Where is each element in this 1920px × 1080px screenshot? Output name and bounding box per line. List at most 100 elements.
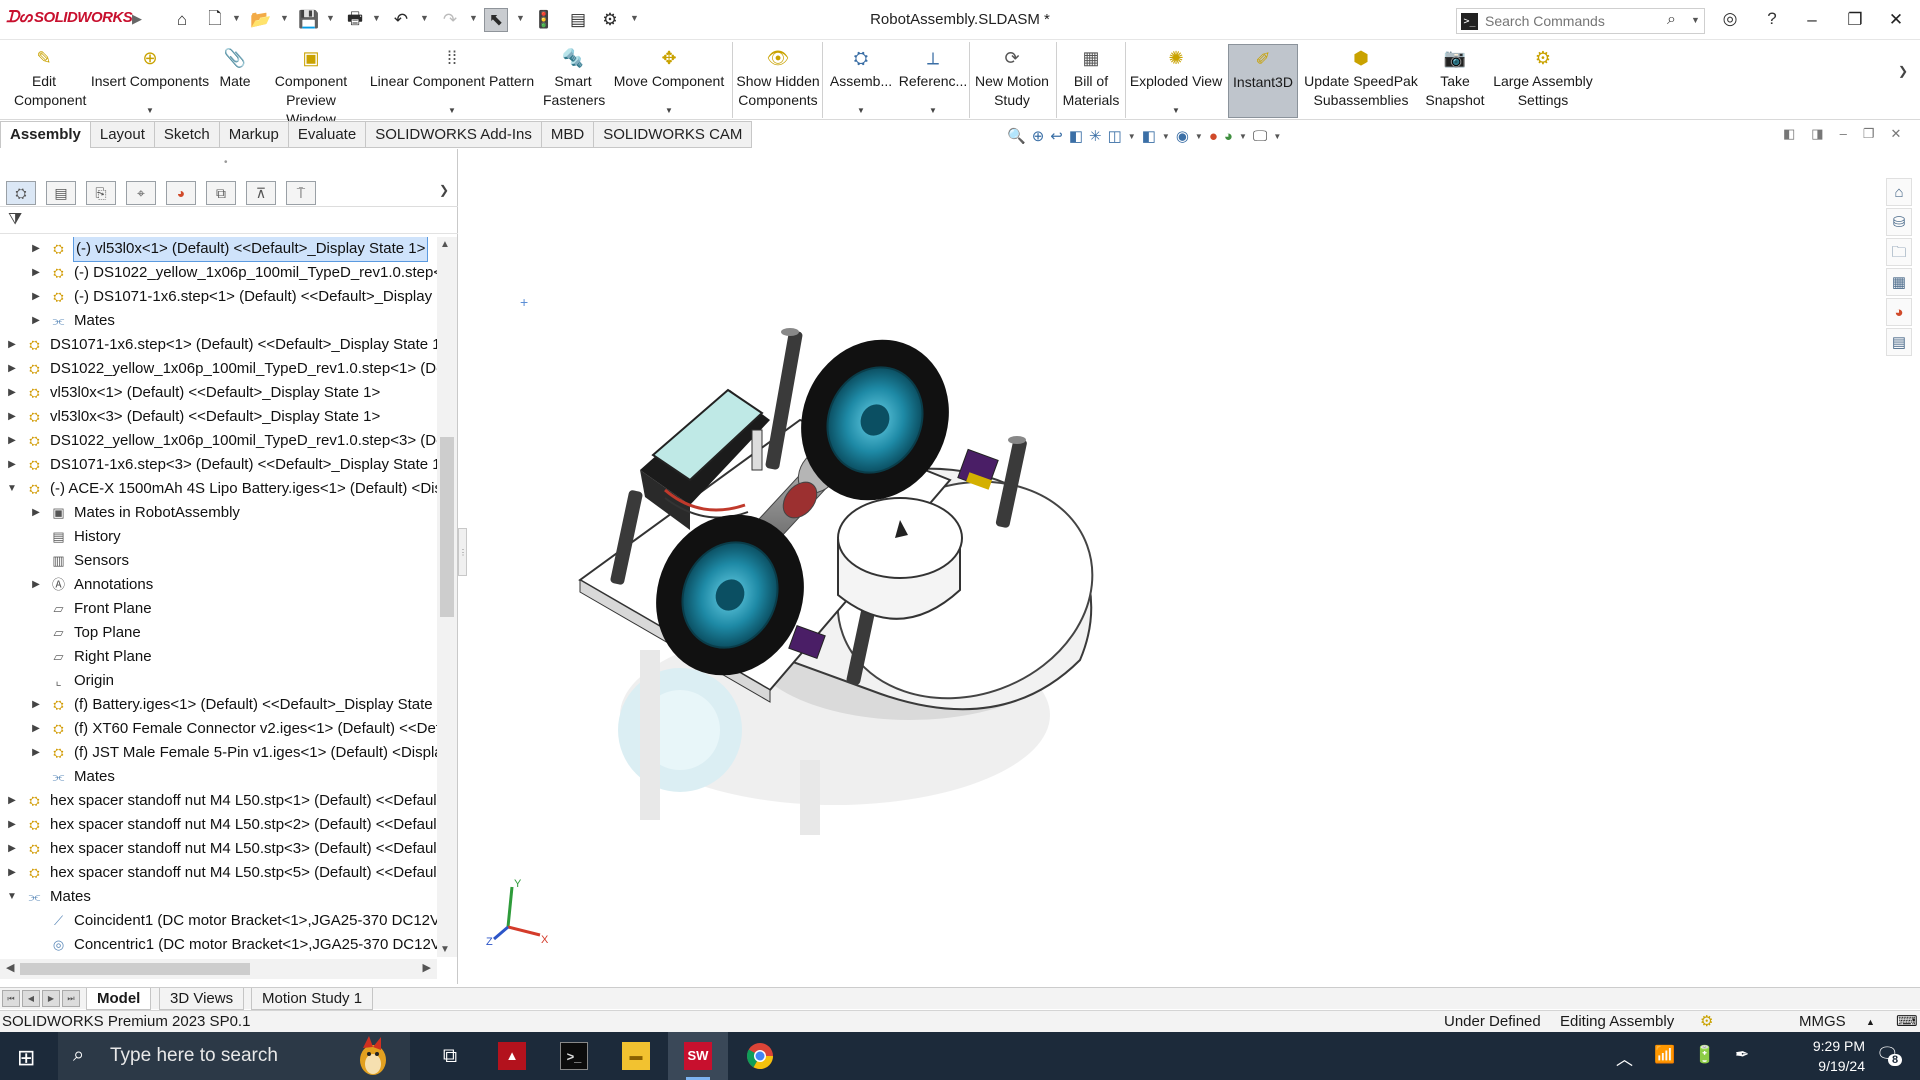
expand-icon[interactable]: ▶ (30, 261, 42, 285)
save-icon[interactable]: 💾 (297, 8, 321, 32)
update-speedpak-button[interactable]: ⬢ Update SpeedPak Subassemblies (1302, 44, 1420, 118)
expand-icon[interactable]: ▶ (6, 861, 18, 885)
file-properties-icon[interactable]: ▤ (566, 8, 590, 32)
expand-icon[interactable]: ▶ (6, 453, 18, 477)
tree-horizontal-scrollbar[interactable]: ◀ ▶ (0, 959, 437, 979)
tree-item[interactable]: ▶ ⛭ hex spacer standoff nut M4 L50.stp<3> … (0, 837, 440, 861)
tree-item[interactable]: ▱ Right Plane (0, 645, 440, 669)
property-manager-tab-icon[interactable]: ▤ (46, 181, 76, 205)
move-component-button[interactable]: ✥ Move Component ▼ (610, 44, 728, 118)
scroll-thumb[interactable] (440, 437, 454, 617)
feature-tree-tab-icon[interactable]: ⛭ (6, 181, 36, 205)
tab-mbd[interactable]: MBD (541, 121, 595, 148)
tray-overflow-icon[interactable]: ︿ (1616, 1045, 1633, 1070)
redo-dropdown-icon[interactable]: ▼ (469, 13, 478, 23)
help-icon[interactable]: ? (1760, 9, 1784, 29)
taskbar-app-red[interactable]: ▲ (482, 1032, 542, 1080)
assembly-features-button[interactable]: ⛭ Assemb... ▼ (826, 44, 896, 118)
expand-icon[interactable]: ▶ (30, 717, 42, 741)
tree-item[interactable]: ▶ ⛭ (-) DS1071-1x6.step<1> (Default) <<Def… (0, 285, 440, 309)
windows-start-icon[interactable]: ⊞ (17, 1045, 35, 1071)
restore-button[interactable]: ❐ (1835, 6, 1875, 34)
print-dropdown-icon[interactable]: ▼ (372, 13, 381, 23)
undo-icon[interactable]: ↶ (389, 8, 413, 32)
tree-item[interactable]: ▶ ⛭ (f) Battery.iges<1> (Default) <<Defaul… (0, 693, 440, 717)
taskbar-app-file-explorer[interactable]: ▬ (606, 1032, 666, 1080)
first-tab-icon[interactable]: ⏮ (2, 990, 20, 1007)
tree-item[interactable]: ▶ ⛭ DS1022_yellow_1x06p_100mil_TypeD_rev1.… (0, 429, 440, 453)
tab-markup[interactable]: Markup (219, 121, 289, 148)
tree-item[interactable]: ⌞ Origin (0, 669, 440, 693)
tile-right-icon[interactable]: ◨ (1811, 126, 1823, 142)
open-dropdown-icon[interactable]: ▼ (280, 13, 289, 23)
viewport-close-icon[interactable]: ✕ (1890, 126, 1901, 142)
battery-icon[interactable]: 🔋 (1694, 1045, 1715, 1065)
graphics-area[interactable]: + (468, 149, 1880, 985)
large-assembly-settings-button[interactable]: ⚙ Large Assembly Settings (1490, 44, 1596, 118)
scroll-up-icon[interactable]: ▲ (440, 239, 450, 250)
previous-view-icon[interactable]: ↩ (1050, 127, 1063, 145)
rebuild-status-icon[interactable]: ⚙ (1700, 1011, 1713, 1033)
options-dropdown-icon[interactable]: ▼ (630, 13, 639, 23)
tree-item[interactable]: ⫘ Mates (0, 765, 440, 789)
home-icon[interactable]: ⌂ (170, 8, 194, 32)
appearances-scenes-icon[interactable]: ◕ (1886, 298, 1912, 326)
hide-show-items-icon[interactable]: ◉ (1176, 127, 1189, 145)
dimxpert-tab-icon[interactable]: ⌖ (126, 181, 156, 205)
apply-scene-dropdown-icon[interactable]: ▼ (1239, 132, 1247, 141)
tree-item[interactable]: ▶ ⛭ hex spacer standoff nut M4 L50.stp<1> … (0, 789, 440, 813)
tree-item[interactable]: ▶ ⛭ vl53l0x<1> (Default) <<Default>_Displa… (0, 381, 440, 405)
expand-icon[interactable]: ▶ (6, 333, 18, 357)
user-account-icon[interactable]: ◎ (1718, 9, 1742, 29)
collapse-icon[interactable]: ▼ (6, 885, 18, 909)
view-palette-icon[interactable]: ▦ (1886, 268, 1912, 296)
tree-item[interactable]: ⟋ Coincident1 (DC motor Bracket<1>,JGA25-… (0, 909, 440, 933)
tile-left-icon[interactable]: ◧ (1783, 126, 1795, 142)
tree-item[interactable]: ▱ Top Plane (0, 621, 440, 645)
bill-of-materials-button[interactable]: ▦ Bill of Materials (1060, 44, 1122, 118)
tree-item[interactable]: ▱ Front Plane (0, 597, 440, 621)
ribbon-overflow-icon[interactable]: ❯ (1898, 64, 1908, 78)
expand-icon[interactable]: ▶ (30, 693, 42, 717)
section-view-icon[interactable]: ◧ (1069, 127, 1083, 145)
tree-item[interactable]: ▶ ⛭ vl53l0x<3> (Default) <<Default>_Displa… (0, 405, 440, 429)
insert-components-dropdown-icon[interactable]: ▼ (146, 101, 154, 120)
tab-3d-views[interactable]: 3D Views (159, 988, 245, 1010)
taskbar-clock[interactable]: 9:29 PM 9/19/24 (1775, 1036, 1865, 1076)
scroll-right-icon[interactable]: ▶ (423, 961, 431, 974)
minimize-button[interactable]: – (1792, 6, 1832, 34)
tree-item[interactable]: ▶ ▣ Mates in RobotAssembly (0, 501, 440, 525)
display-manager-tab-icon[interactable]: ◕ (166, 181, 196, 205)
expand-icon[interactable]: ▶ (30, 285, 42, 309)
new-motion-study-button[interactable]: ⟳ New Motion Study (972, 44, 1052, 118)
tree-item[interactable]: ◎ Concentric1 (DC motor Bracket<1>,JGA25-… (0, 933, 440, 957)
taskbar-app-solidworks[interactable]: SW (668, 1032, 728, 1080)
expand-icon[interactable]: ▶ (6, 837, 18, 861)
tree-item[interactable]: ▶ ⛭ (-) vl53l0x<1> (Default) <<Default>_Di… (0, 237, 440, 262)
tab-assembly[interactable]: Assembly (0, 121, 91, 148)
tree-item[interactable]: ▥ Sensors (0, 549, 440, 573)
search-commands-input[interactable] (1485, 12, 1665, 30)
taskbar-app-terminal[interactable]: >_ (544, 1032, 604, 1080)
viewport-restore-icon[interactable]: ❐ (1863, 126, 1875, 142)
tree-item[interactable]: ▶ ⛭ (f) XT60 Female Connector v2.iges<1> (… (0, 717, 440, 741)
tree-item[interactable]: ▼ ⫘ Mates (0, 885, 440, 909)
notifications-icon[interactable]: 🗨 8 (1876, 1044, 1903, 1066)
tree-item[interactable]: ▶ Ⓐ Annotations (0, 573, 440, 597)
insert-components-button[interactable]: ⊕ Insert Components ▼ (88, 44, 212, 118)
print-icon[interactable]: 🖶 (343, 8, 367, 32)
mate-button[interactable]: 📎 Mate (212, 44, 258, 118)
tree-item[interactable]: ▶ ⫘ Mates (0, 309, 440, 333)
file-explorer-icon[interactable]: 🗀 (1886, 238, 1912, 266)
filter-icon[interactable]: ⧩ (8, 211, 22, 229)
taskbar-app-chrome[interactable] (730, 1032, 790, 1080)
dynamic-annotation-icon[interactable]: ✳ (1089, 127, 1102, 145)
unit-system[interactable]: MMGS (1799, 1011, 1846, 1033)
cam-tool-tab-icon[interactable]: ⍑ (286, 181, 316, 205)
zoom-to-fit-icon[interactable]: 🔍 (1007, 127, 1026, 145)
display-style-icon[interactable]: ◧ (1142, 127, 1156, 145)
reference-geometry-button[interactable]: ⟂ Referenc... ▼ (898, 44, 968, 118)
last-tab-icon[interactable]: ⏭ (62, 990, 80, 1007)
tab-layout[interactable]: Layout (90, 121, 155, 148)
display-style-dropdown-icon[interactable]: ▼ (1162, 132, 1170, 141)
